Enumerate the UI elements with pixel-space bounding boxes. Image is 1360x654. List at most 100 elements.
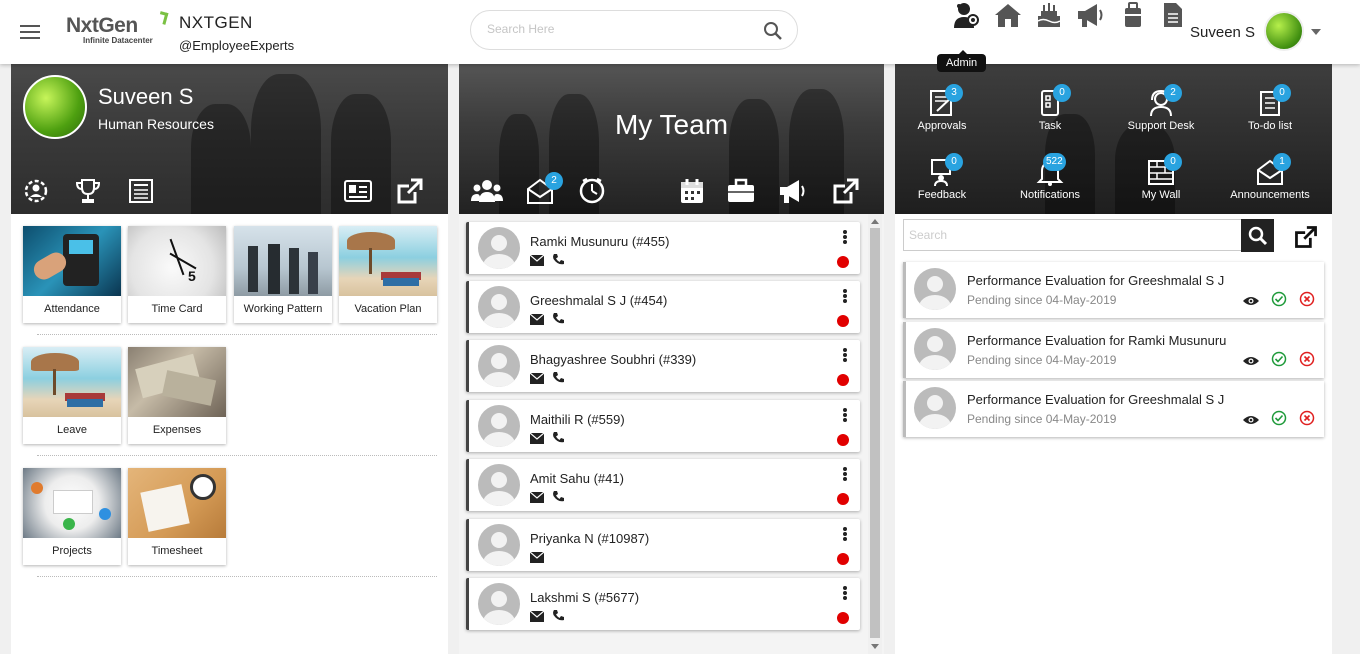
settings-user-icon[interactable] <box>21 176 53 208</box>
member-avatar <box>478 405 520 447</box>
team-clock-icon[interactable] <box>577 176 609 208</box>
team-briefcase-icon[interactable] <box>726 176 758 208</box>
team-calendar-icon[interactable] <box>677 176 709 208</box>
quick-approvals[interactable]: 3 Approvals <box>897 84 987 132</box>
team-megaphone-icon[interactable] <box>777 176 809 208</box>
phone-icon[interactable] <box>552 490 565 503</box>
email-icon[interactable] <box>529 491 545 503</box>
tile-vacation-plan[interactable]: Vacation Plan <box>339 226 437 323</box>
member-menu-icon[interactable] <box>841 586 849 602</box>
scrollbar-thumb[interactable] <box>870 228 880 638</box>
view-eye-icon[interactable] <box>1242 414 1260 426</box>
id-card-icon[interactable] <box>343 176 375 208</box>
newspaper-icon[interactable] <box>126 176 158 208</box>
member-menu-icon[interactable] <box>841 289 849 305</box>
tile-working-pattern[interactable]: Working Pattern <box>234 226 332 323</box>
clock-image: 5 <box>128 226 226 296</box>
approve-check-icon[interactable] <box>1271 351 1287 367</box>
birthday-cake-icon[interactable] <box>1034 0 1066 32</box>
tile-label: Working Pattern <box>243 303 323 315</box>
admin-icon[interactable] <box>951 0 983 32</box>
scroll-up-arrow-icon[interactable] <box>871 219 879 224</box>
pending-item[interactable]: Performance Evaluation for Ramki Musunur… <box>903 322 1324 378</box>
email-icon[interactable] <box>529 551 545 563</box>
member-menu-icon[interactable] <box>841 527 849 543</box>
member-menu-icon[interactable] <box>841 348 849 364</box>
team-member-card[interactable]: Amit Sahu (#41) <box>466 459 860 511</box>
header-user-name[interactable]: Suveen S <box>1190 24 1255 41</box>
approve-check-icon[interactable] <box>1271 291 1287 307</box>
phone-icon[interactable] <box>552 609 565 622</box>
status-indicator <box>837 553 849 565</box>
home-icon[interactable] <box>993 0 1025 32</box>
team-member-card[interactable]: Priyanka N (#10987) <box>466 519 860 571</box>
team-member-card[interactable]: Bhagyashree Soubhri (#339) <box>466 340 860 392</box>
megaphone-icon[interactable] <box>1075 0 1107 32</box>
reject-x-icon[interactable] <box>1299 351 1315 367</box>
quick-announcements[interactable]: 1 Announcements <box>1225 153 1315 201</box>
email-icon[interactable] <box>529 313 545 325</box>
quick-support-desk[interactable]: 2 Support Desk <box>1116 84 1206 132</box>
tile-leave[interactable]: Leave <box>23 347 121 444</box>
email-icon[interactable] <box>529 432 545 444</box>
phone-icon[interactable] <box>552 371 565 384</box>
global-search-input[interactable] <box>487 22 747 36</box>
team-messages-icon[interactable]: 2 <box>525 172 563 208</box>
team-list-scrollbar[interactable] <box>868 214 882 654</box>
member-avatar <box>478 583 520 625</box>
external-link-icon[interactable] <box>395 176 427 208</box>
email-icon[interactable] <box>529 610 545 622</box>
trophy-icon[interactable] <box>73 176 105 208</box>
quick-label: Notifications <box>1020 189 1080 201</box>
document-icon[interactable] <box>1158 0 1190 32</box>
header-avatar[interactable] <box>1264 11 1304 51</box>
team-external-link-icon[interactable] <box>831 176 863 208</box>
reject-x-icon[interactable] <box>1299 410 1315 426</box>
view-eye-icon[interactable] <box>1242 295 1260 307</box>
member-menu-icon[interactable] <box>841 467 849 483</box>
team-members-icon[interactable] <box>471 176 503 208</box>
quick-feedback[interactable]: 0 Feedback <box>897 153 987 201</box>
tile-attendance[interactable]: Attendance <box>23 226 121 323</box>
member-menu-icon[interactable] <box>841 408 849 424</box>
search-icon[interactable] <box>763 21 783 46</box>
team-member-card[interactable]: Greeshmalal S J (#454) <box>466 281 860 333</box>
quick-my-wall[interactable]: 0 My Wall <box>1116 153 1206 201</box>
phone-icon[interactable] <box>552 431 565 444</box>
profile-avatar[interactable] <box>23 75 87 139</box>
scroll-down-arrow-icon[interactable] <box>871 644 879 649</box>
team-member-card[interactable]: Maithili R (#559) <box>466 400 860 452</box>
tile-projects[interactable]: Projects <box>23 468 121 565</box>
quick-todo-list[interactable]: 0 To-do list <box>1225 84 1315 132</box>
pending-external-link-icon[interactable] <box>1293 224 1319 250</box>
team-member-card[interactable]: Lakshmi S (#5677) <box>466 578 860 630</box>
tile-expenses[interactable]: Expenses <box>128 347 226 444</box>
quick-task[interactable]: 0 Task <box>1005 84 1095 132</box>
member-name: Maithili R (#559) <box>530 412 625 427</box>
user-menu-caret-icon[interactable] <box>1311 29 1321 35</box>
beach-image <box>339 226 437 296</box>
pending-search-button[interactable] <box>1241 219 1274 252</box>
team-banner: My Team 2 <box>459 64 884 214</box>
tile-label: Time Card <box>151 303 203 315</box>
tile-row-divider <box>37 455 437 456</box>
pending-search-input[interactable] <box>909 228 1229 242</box>
pending-item[interactable]: Performance Evaluation for Greeshmalal S… <box>903 381 1324 437</box>
reject-x-icon[interactable] <box>1299 291 1315 307</box>
tile-time-card[interactable]: 5 Time Card <box>128 226 226 323</box>
phone-icon[interactable] <box>552 253 565 266</box>
pending-item[interactable]: Performance Evaluation for Greeshmalal S… <box>903 262 1324 318</box>
status-indicator <box>837 256 849 268</box>
member-name: Amit Sahu (#41) <box>530 471 624 486</box>
luggage-icon[interactable] <box>1118 0 1150 32</box>
team-member-card[interactable]: Ramki Musunuru (#455) <box>466 222 860 274</box>
hamburger-menu-icon[interactable] <box>20 25 40 39</box>
quick-notifications[interactable]: 522 Notifications <box>1005 153 1095 201</box>
approve-check-icon[interactable] <box>1271 410 1287 426</box>
member-menu-icon[interactable] <box>841 230 849 246</box>
tile-timesheet[interactable]: Timesheet <box>128 468 226 565</box>
email-icon[interactable] <box>529 372 545 384</box>
email-icon[interactable] <box>529 254 545 266</box>
phone-icon[interactable] <box>552 312 565 325</box>
view-eye-icon[interactable] <box>1242 355 1260 367</box>
